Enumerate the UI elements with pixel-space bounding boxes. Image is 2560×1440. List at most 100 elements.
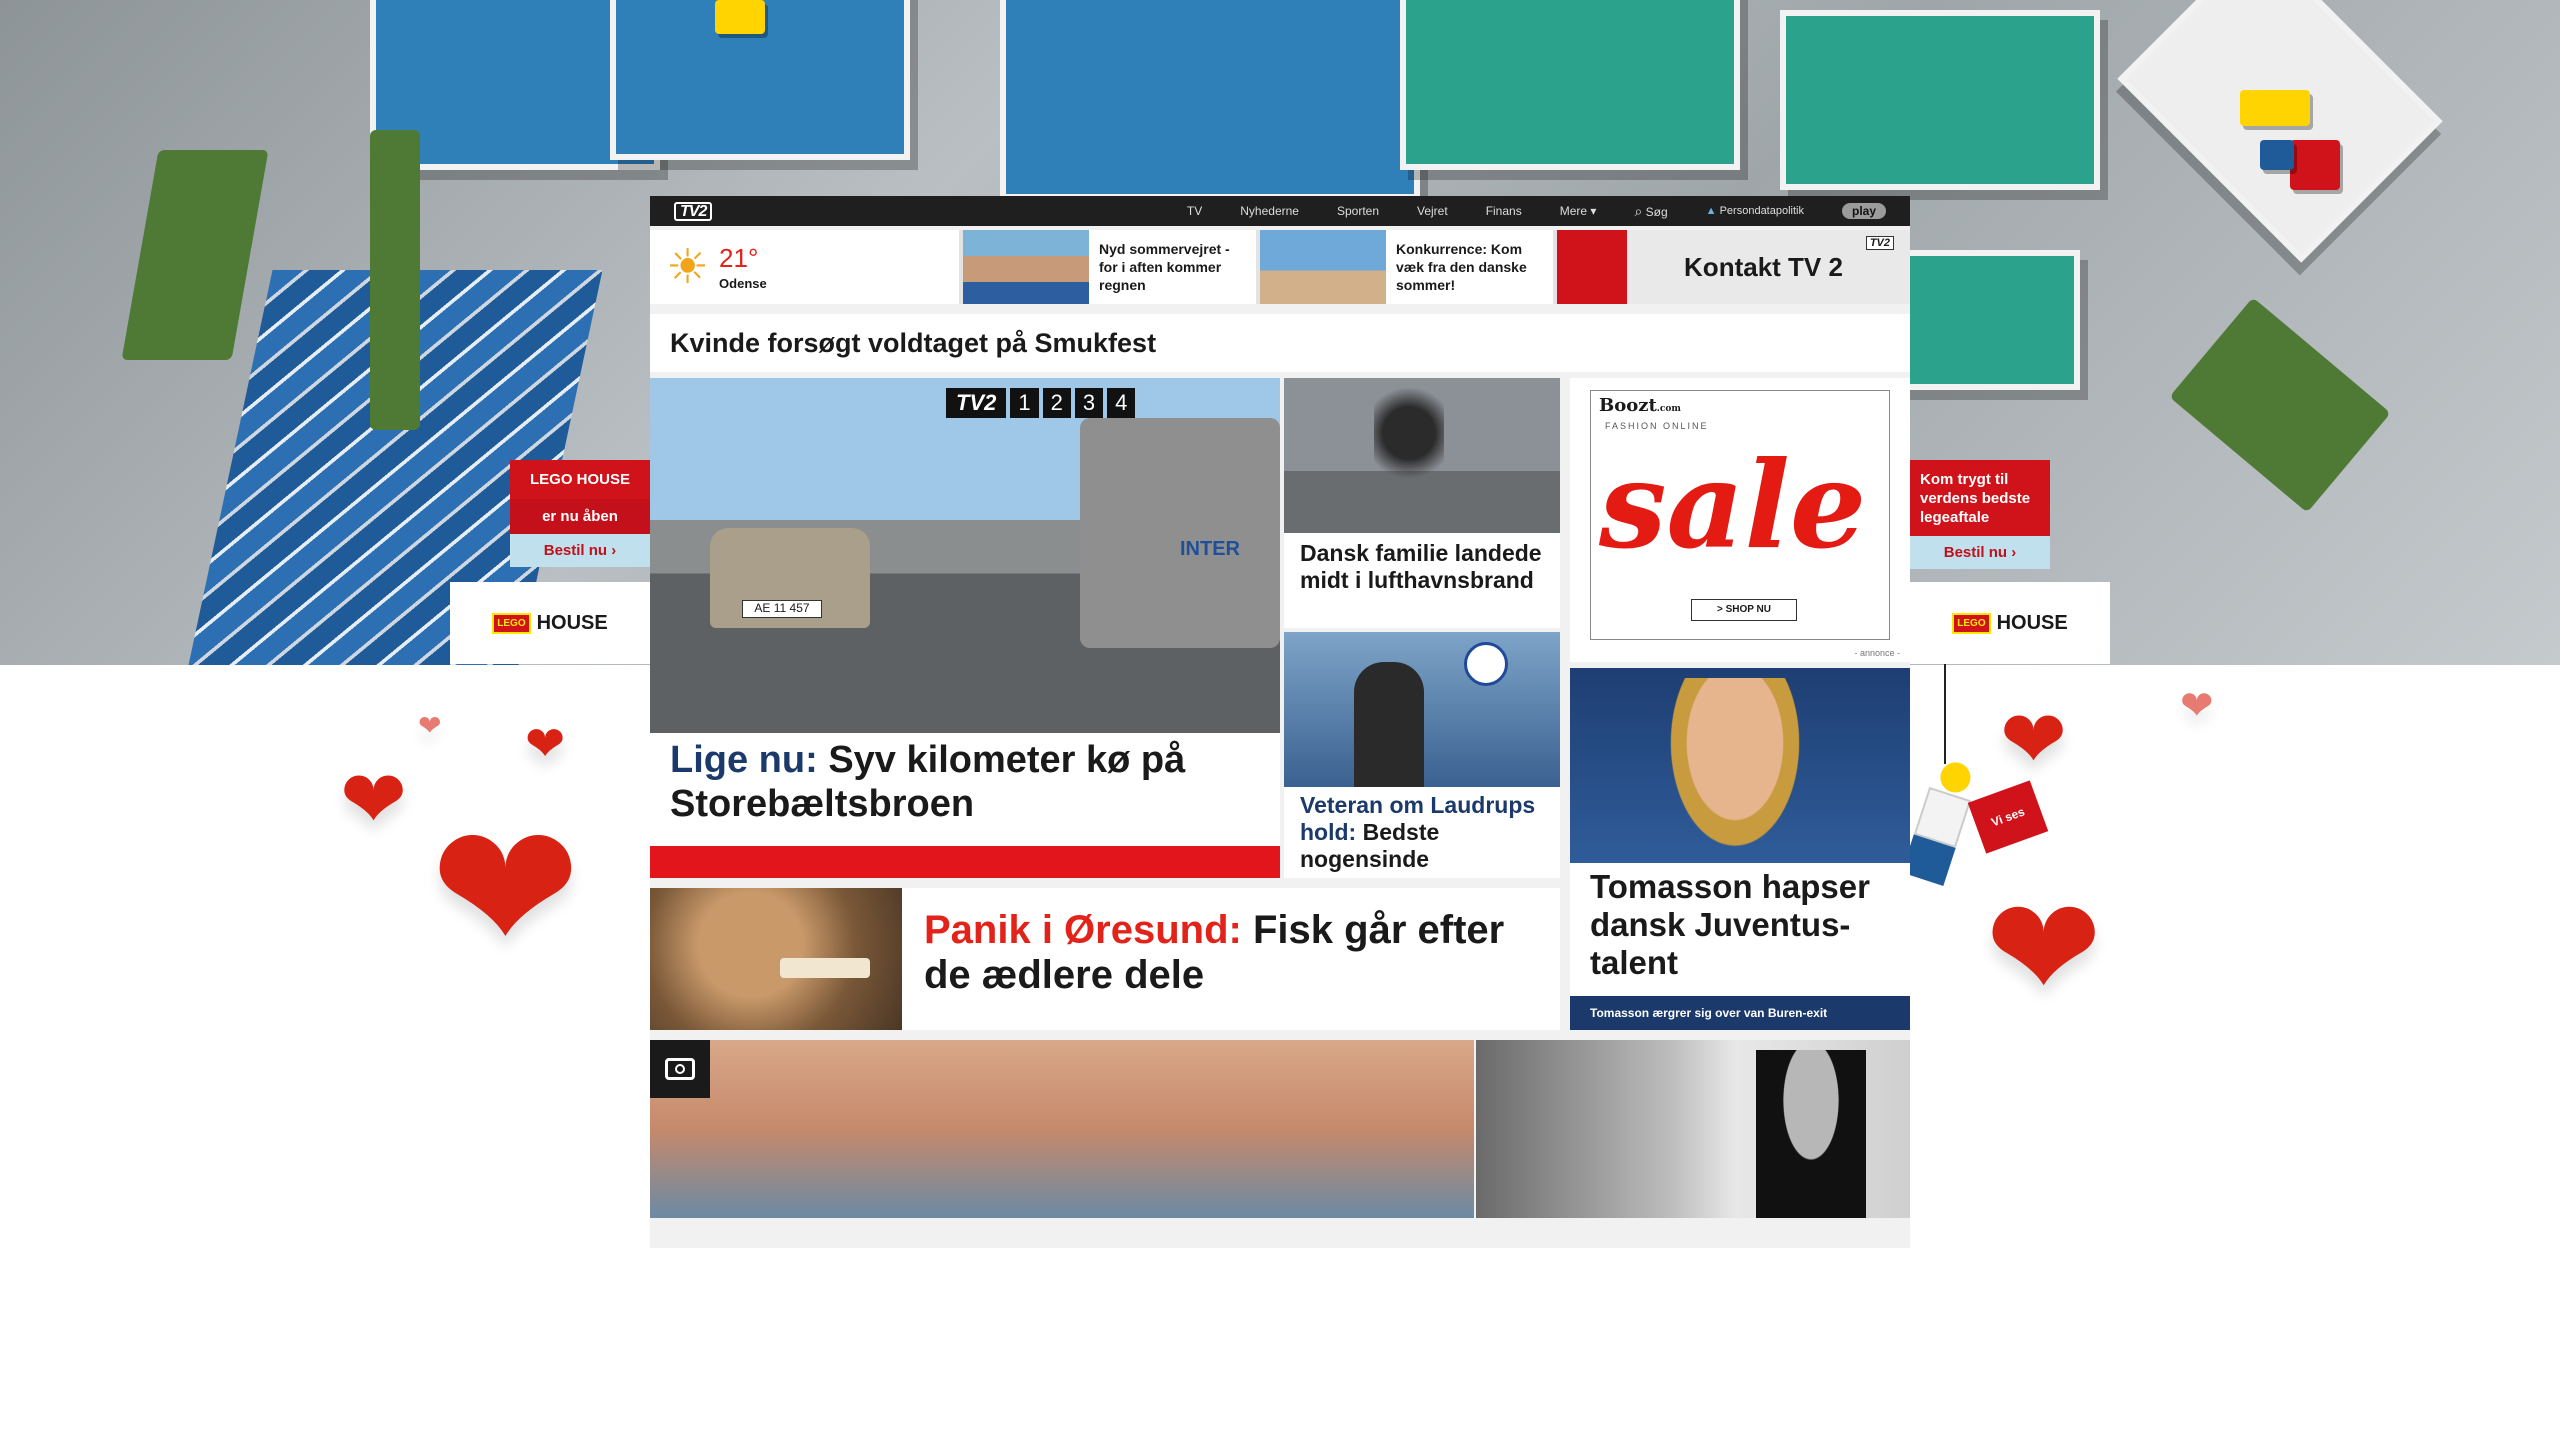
gallery-concert[interactable] bbox=[650, 1040, 1474, 1218]
search-label: Søg bbox=[1645, 204, 1668, 219]
camera-icon[interactable] bbox=[650, 1040, 710, 1098]
nav-privacy[interactable]: ▲ Persondatapolitik bbox=[1706, 205, 1804, 217]
chevron-right-icon: › bbox=[2011, 544, 2017, 561]
lego-house-wordmark: HOUSE bbox=[1996, 611, 2068, 634]
badge-digit: 2 bbox=[1042, 388, 1071, 418]
story-tomasson-sublink[interactable]: Tomasson ærgrer sig over van Buren-exit bbox=[1570, 996, 1910, 1030]
nav-search[interactable]: ⌕ Søg bbox=[1634, 203, 1667, 220]
strip-contest-text: Konkurrence: Kom væk fra den danske somm… bbox=[1396, 241, 1527, 293]
red-bar bbox=[650, 846, 1280, 878]
right-ad-logo: LEGO HOUSE bbox=[1910, 582, 2110, 664]
left-ad-order-button[interactable]: Bestil nu › bbox=[510, 534, 650, 567]
contact-tv2[interactable]: Kontakt TV 2 TV2 bbox=[1557, 230, 1910, 304]
laudrup-photo bbox=[1284, 632, 1560, 787]
lego-minifigure bbox=[1899, 756, 1981, 893]
heart-icon: ❤ bbox=[2180, 683, 2214, 729]
temperature: 21° bbox=[719, 243, 759, 273]
boozt-suffix: .com bbox=[1656, 404, 1681, 414]
fire-photo bbox=[1284, 378, 1560, 533]
hanging-string bbox=[1944, 664, 1946, 764]
main-page: TV2 TV Nyhederne Sporten Vejret Finans M… bbox=[650, 196, 1910, 1248]
heart-icon: ❤ bbox=[525, 716, 566, 772]
heart-icon: ❤ bbox=[2000, 693, 2068, 786]
strip-item-contest[interactable]: Konkurrence: Kom væk fra den danske somm… bbox=[1260, 230, 1553, 304]
strip-item-summer[interactable]: Nyd sommervejret - for i aften kommer re… bbox=[963, 230, 1256, 304]
story-oresund[interactable]: Panik i Øresund: Fisk går efter de ædler… bbox=[650, 888, 1560, 1030]
contest-thumbnail bbox=[1260, 230, 1386, 304]
nav-nyhederne[interactable]: Nyhederne bbox=[1240, 204, 1299, 218]
left-ad-button-label: Bestil nu bbox=[543, 542, 608, 559]
story-tomasson[interactable]: Tomasson hapser dansk Juventus-talent To… bbox=[1570, 668, 1910, 1030]
shop-now-button[interactable]: > SHOP NU bbox=[1691, 599, 1797, 621]
badge-digit: 4 bbox=[1107, 388, 1136, 418]
left-ad-title: LEGO HOUSE bbox=[510, 460, 650, 499]
heart-icon: ❤ bbox=[430, 785, 581, 994]
boozt-brand: Boozt bbox=[1599, 395, 1657, 416]
nav-vejret[interactable]: Vejret bbox=[1417, 204, 1448, 218]
story-airport-headline: Dansk familie landede midt i lufthavnsbr… bbox=[1300, 540, 1542, 593]
warning-icon: ▲ bbox=[1705, 205, 1717, 217]
plaza bbox=[2117, 0, 2443, 263]
grass-strip bbox=[121, 150, 269, 360]
ad-label: - annonce - bbox=[1854, 648, 1900, 658]
tomasson-photo bbox=[1570, 668, 1910, 863]
caret-down-icon: ▾ bbox=[1590, 204, 1597, 218]
weather-widget[interactable]: ☀ 21° Odense bbox=[650, 230, 959, 304]
nav-mere[interactable]: Mere ▾ bbox=[1560, 204, 1597, 218]
tv2-mini-logo: TV2 bbox=[1865, 236, 1894, 250]
person-cutout bbox=[1756, 1050, 1866, 1218]
sale-word: sale bbox=[1599, 435, 1867, 576]
top-headline[interactable]: Kvinde forsøgt voldtaget på Smukfest bbox=[650, 314, 1910, 372]
fish-teeth bbox=[780, 958, 870, 978]
lego-logo: LEGO bbox=[1952, 612, 1991, 634]
story-laudrup[interactable]: Veteran om Laudrups hold: Bedste nogensi… bbox=[1284, 632, 1560, 878]
heart-icon: ❤ bbox=[340, 753, 408, 846]
yellow-brick bbox=[2240, 90, 2310, 126]
badge-digit: 1 bbox=[1010, 388, 1039, 418]
tv2-logo[interactable]: TV2 bbox=[674, 201, 713, 221]
traffic-photo: AE 11 457 INTER TV2 1 2 3 4 bbox=[650, 378, 1280, 733]
face bbox=[1660, 678, 1810, 863]
main-story[interactable]: AE 11 457 INTER TV2 1 2 3 4 Lige nu: Syv… bbox=[650, 378, 1280, 878]
blue-brick bbox=[2260, 140, 2294, 170]
tv2-1234-badge: TV2 1 2 3 4 bbox=[946, 388, 1136, 418]
right-ad-order-button[interactable]: Bestil nu › bbox=[1910, 536, 2050, 569]
story-airport-fire[interactable]: Dansk familie landede midt i lufthavnsbr… bbox=[1284, 378, 1560, 628]
top-navigation: TV2 TV Nyhederne Sporten Vejret Finans M… bbox=[650, 196, 1910, 226]
tv2-badge-logo: TV2 bbox=[946, 388, 1007, 418]
right-ad-button-label: Bestil nu bbox=[1943, 544, 2008, 561]
story-oresund-prefix: Panik i Øresund: bbox=[924, 908, 1242, 952]
license-plate: AE 11 457 bbox=[742, 600, 822, 618]
heart-icon: ❤ bbox=[1985, 868, 2103, 1031]
nav-tv[interactable]: TV bbox=[1187, 204, 1202, 218]
right-ad-title: Kom trygt til verdens bedste legeaftale bbox=[1910, 460, 2050, 536]
sun-cloud-icon: ☀ bbox=[666, 239, 710, 295]
beach-thumbnail bbox=[963, 230, 1089, 304]
grass-strip bbox=[370, 130, 420, 430]
nav-sporten[interactable]: Sporten bbox=[1337, 204, 1379, 218]
weather-city: Odense bbox=[719, 276, 767, 291]
pool-roof bbox=[1780, 10, 2100, 190]
nav-mere-label: Mere bbox=[1559, 204, 1588, 218]
right-side-ad[interactable]: Kom trygt til verdens bedste legeaftale … bbox=[1910, 460, 2050, 569]
badge-digit: 3 bbox=[1074, 388, 1104, 418]
pool-roof bbox=[1880, 250, 2080, 390]
boozt-ad-frame: Boozt.com FASHION ONLINE sale > SHOP NU bbox=[1590, 390, 1890, 640]
left-side-ad[interactable]: LEGO HOUSE er nu åben Bestil nu › bbox=[510, 460, 650, 567]
heart-icon: ❤ bbox=[418, 709, 442, 742]
main-story-prefix: Lige nu: bbox=[670, 739, 818, 781]
story-laudrup-headline: Veteran om Laudrups hold: Bedste nogensi… bbox=[1300, 792, 1550, 873]
story-tomasson-headline: Tomasson hapser dansk Juventus-talent bbox=[1590, 868, 1870, 981]
pool-roof bbox=[1000, 0, 1420, 200]
play-button[interactable]: play bbox=[1841, 203, 1886, 219]
nav-finans[interactable]: Finans bbox=[1486, 204, 1522, 218]
story-oresund-headline: Panik i Øresund: Fisk går efter de ædler… bbox=[924, 908, 1544, 998]
boozt-ad[interactable]: Boozt.com FASHION ONLINE sale > SHOP NU … bbox=[1570, 378, 1910, 662]
yellow-submarine bbox=[715, 0, 765, 34]
flag: Vi ses bbox=[1967, 780, 2049, 854]
red-brick bbox=[2290, 140, 2340, 190]
politics-photo[interactable] bbox=[1476, 1040, 1910, 1218]
fish-photo bbox=[650, 888, 902, 1030]
boozt-logo: Boozt.com bbox=[1599, 395, 1681, 416]
boozt-tagline: FASHION ONLINE bbox=[1605, 421, 1709, 431]
